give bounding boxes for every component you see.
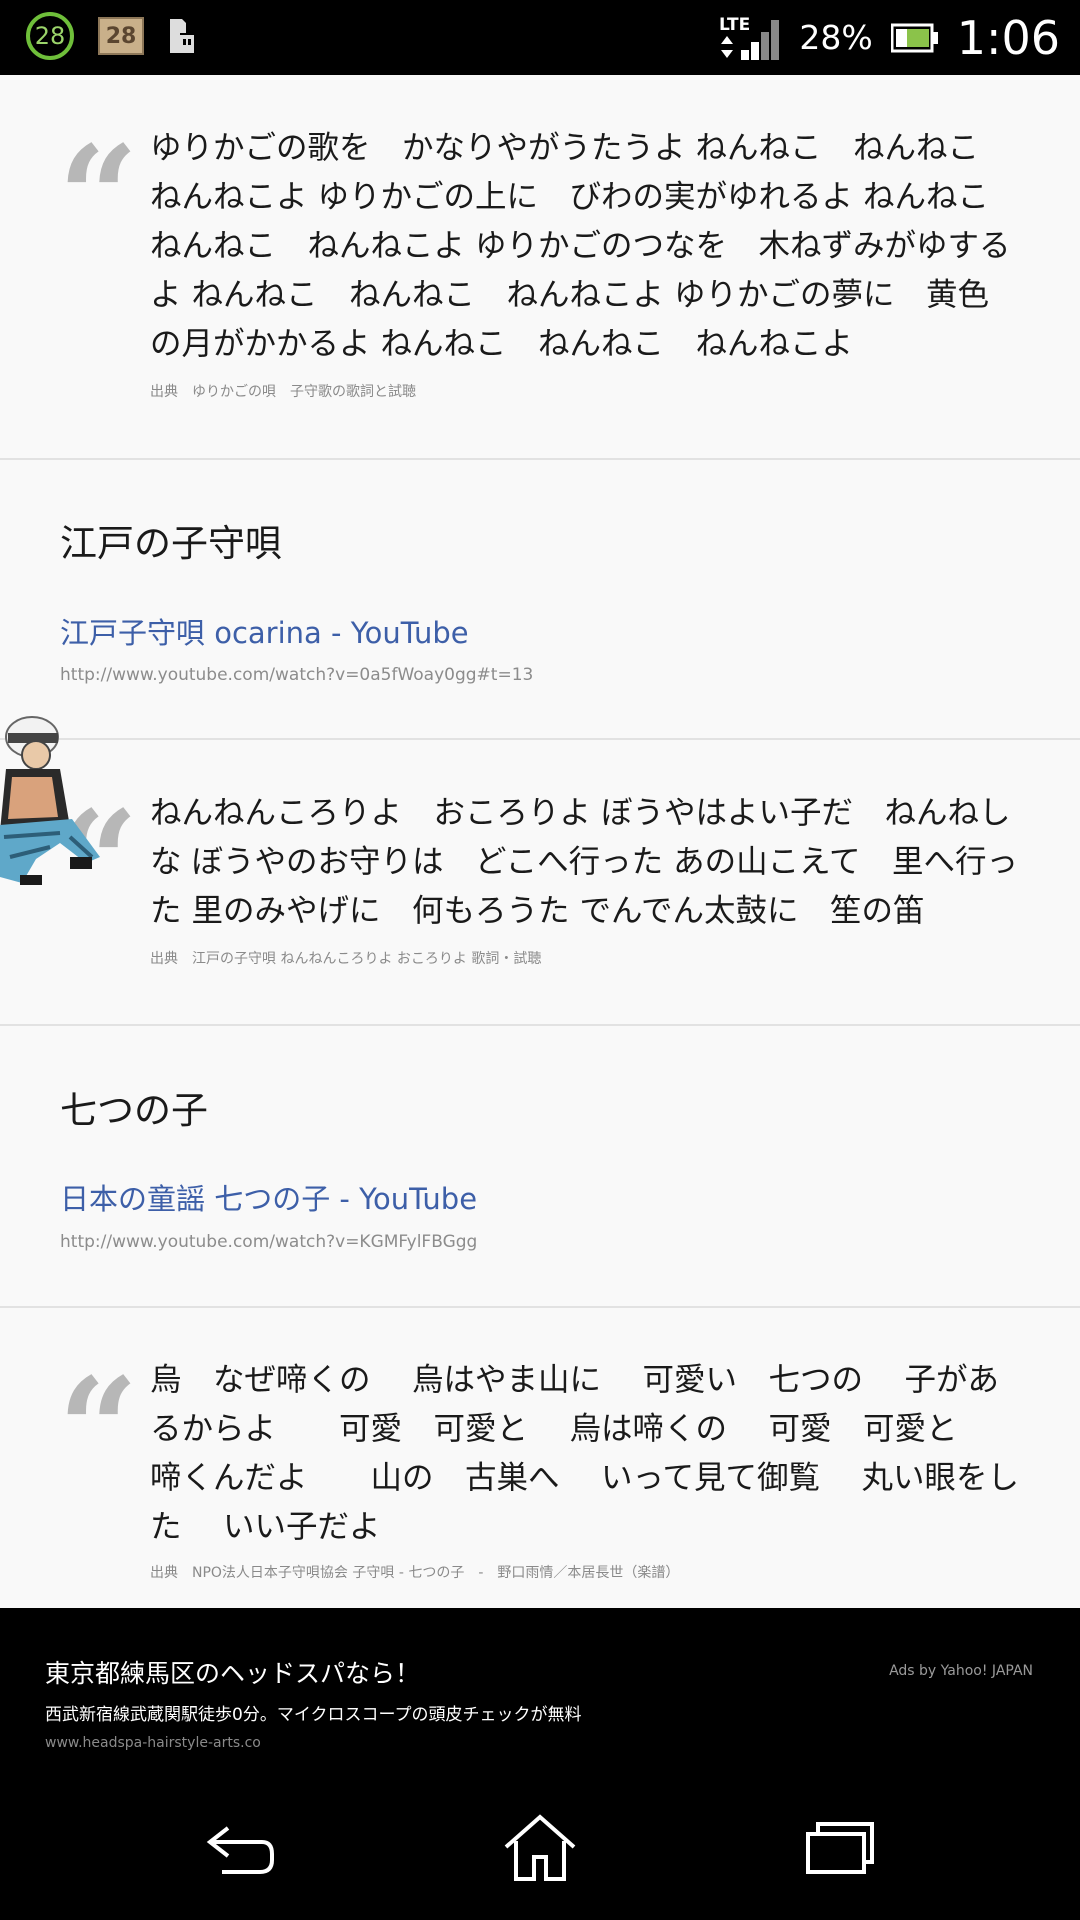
link-url: http://www.youtube.com/watch?v=0a5fWoay0… xyxy=(60,665,534,685)
youtube-link[interactable]: 日本の童謡 七つの子 - YouTube xyxy=(60,1176,477,1218)
quote-text: ねんねんころりよ おころりよ ぼうやはよい子だ ねんねしな ぼうやのお守りは ど… xyxy=(150,795,1019,929)
notification-count: 28 xyxy=(34,22,66,50)
home-icon[interactable] xyxy=(495,1813,585,1883)
quote-source[interactable]: 出典 NPO法人日本子守唄協会 子守唄 - 七つの子 - 野口雨情／本居長世（楽… xyxy=(150,1562,679,1582)
section-heading: 七つの子 xyxy=(60,1089,208,1132)
link-url: http://www.youtube.com/watch?v=KGMFylFBG… xyxy=(60,1232,478,1252)
battery-icon xyxy=(890,22,939,54)
lte-signal-icon: LTE xyxy=(719,14,781,62)
divider xyxy=(0,1306,1080,1308)
section-heading: 江戸の子守唄 xyxy=(60,522,282,565)
divider xyxy=(0,1024,1080,1026)
ad-banner[interactable]: 東京都練馬区のヘッドスパなら！ 西武新宿線武蔵関駅徒歩0分。マイクロスコープの頭… xyxy=(0,1608,1080,1773)
navigation-bar xyxy=(0,1773,1080,1920)
svg-text:LTE: LTE xyxy=(719,15,750,35)
back-icon[interactable] xyxy=(195,1813,285,1883)
status-bar: 28 28 LTE 28% 1:06 xyxy=(0,0,1080,75)
quote-mark-icon: “ xyxy=(58,116,139,280)
notification-count-icon: 28 xyxy=(26,12,74,60)
clock: 1:06 xyxy=(956,10,1060,65)
quote-text: 烏 なぜ啼くの 烏はやま山に 可愛い 七つの 子があるからよ 可愛 可愛と 烏は… xyxy=(150,1362,1019,1545)
quote-text: ゆりかごの歌を かなりやがうたうよ ねんねこ ねんねこ ねんねこよ ゆりかごの上… xyxy=(150,130,1021,362)
quote-mark-icon: “ xyxy=(58,1348,139,1512)
battery-percent: 28% xyxy=(799,18,873,57)
divider xyxy=(0,738,1080,740)
ads-by-label[interactable]: Ads by Yahoo! JAPAN xyxy=(889,1663,1033,1679)
calendar-icon: 28 xyxy=(98,17,144,55)
quote-source[interactable]: 出典 ゆりかごの唄 子守歌の歌詞と試聴 xyxy=(150,381,416,401)
mascot-character-sticker[interactable] xyxy=(0,707,104,885)
youtube-link[interactable]: 江戸子守唄 ocarina - YouTube xyxy=(60,610,469,652)
sd-card-icon xyxy=(168,17,196,55)
ad-url[interactable]: www.headspa-hairstyle-arts.co xyxy=(45,1735,261,1751)
calendar-day: 28 xyxy=(105,23,137,49)
divider xyxy=(0,458,1080,460)
recent-apps-icon[interactable] xyxy=(795,1813,885,1883)
quote-source[interactable]: 出典 江戸の子守唄 ねんねんころりよ おころりよ 歌詞・試聴 xyxy=(150,948,541,968)
article-content[interactable]: “ ゆりかごの歌を かなりやがうたうよ ねんねこ ねんねこ ねんねこよ ゆりかご… xyxy=(0,75,1080,1608)
ad-description[interactable]: 西武新宿線武蔵関駅徒歩0分。マイクロスコープの頭皮チェックが無料 xyxy=(45,1700,581,1725)
ad-title[interactable]: 東京都練馬区のヘッドスパなら！ xyxy=(45,1654,420,1690)
